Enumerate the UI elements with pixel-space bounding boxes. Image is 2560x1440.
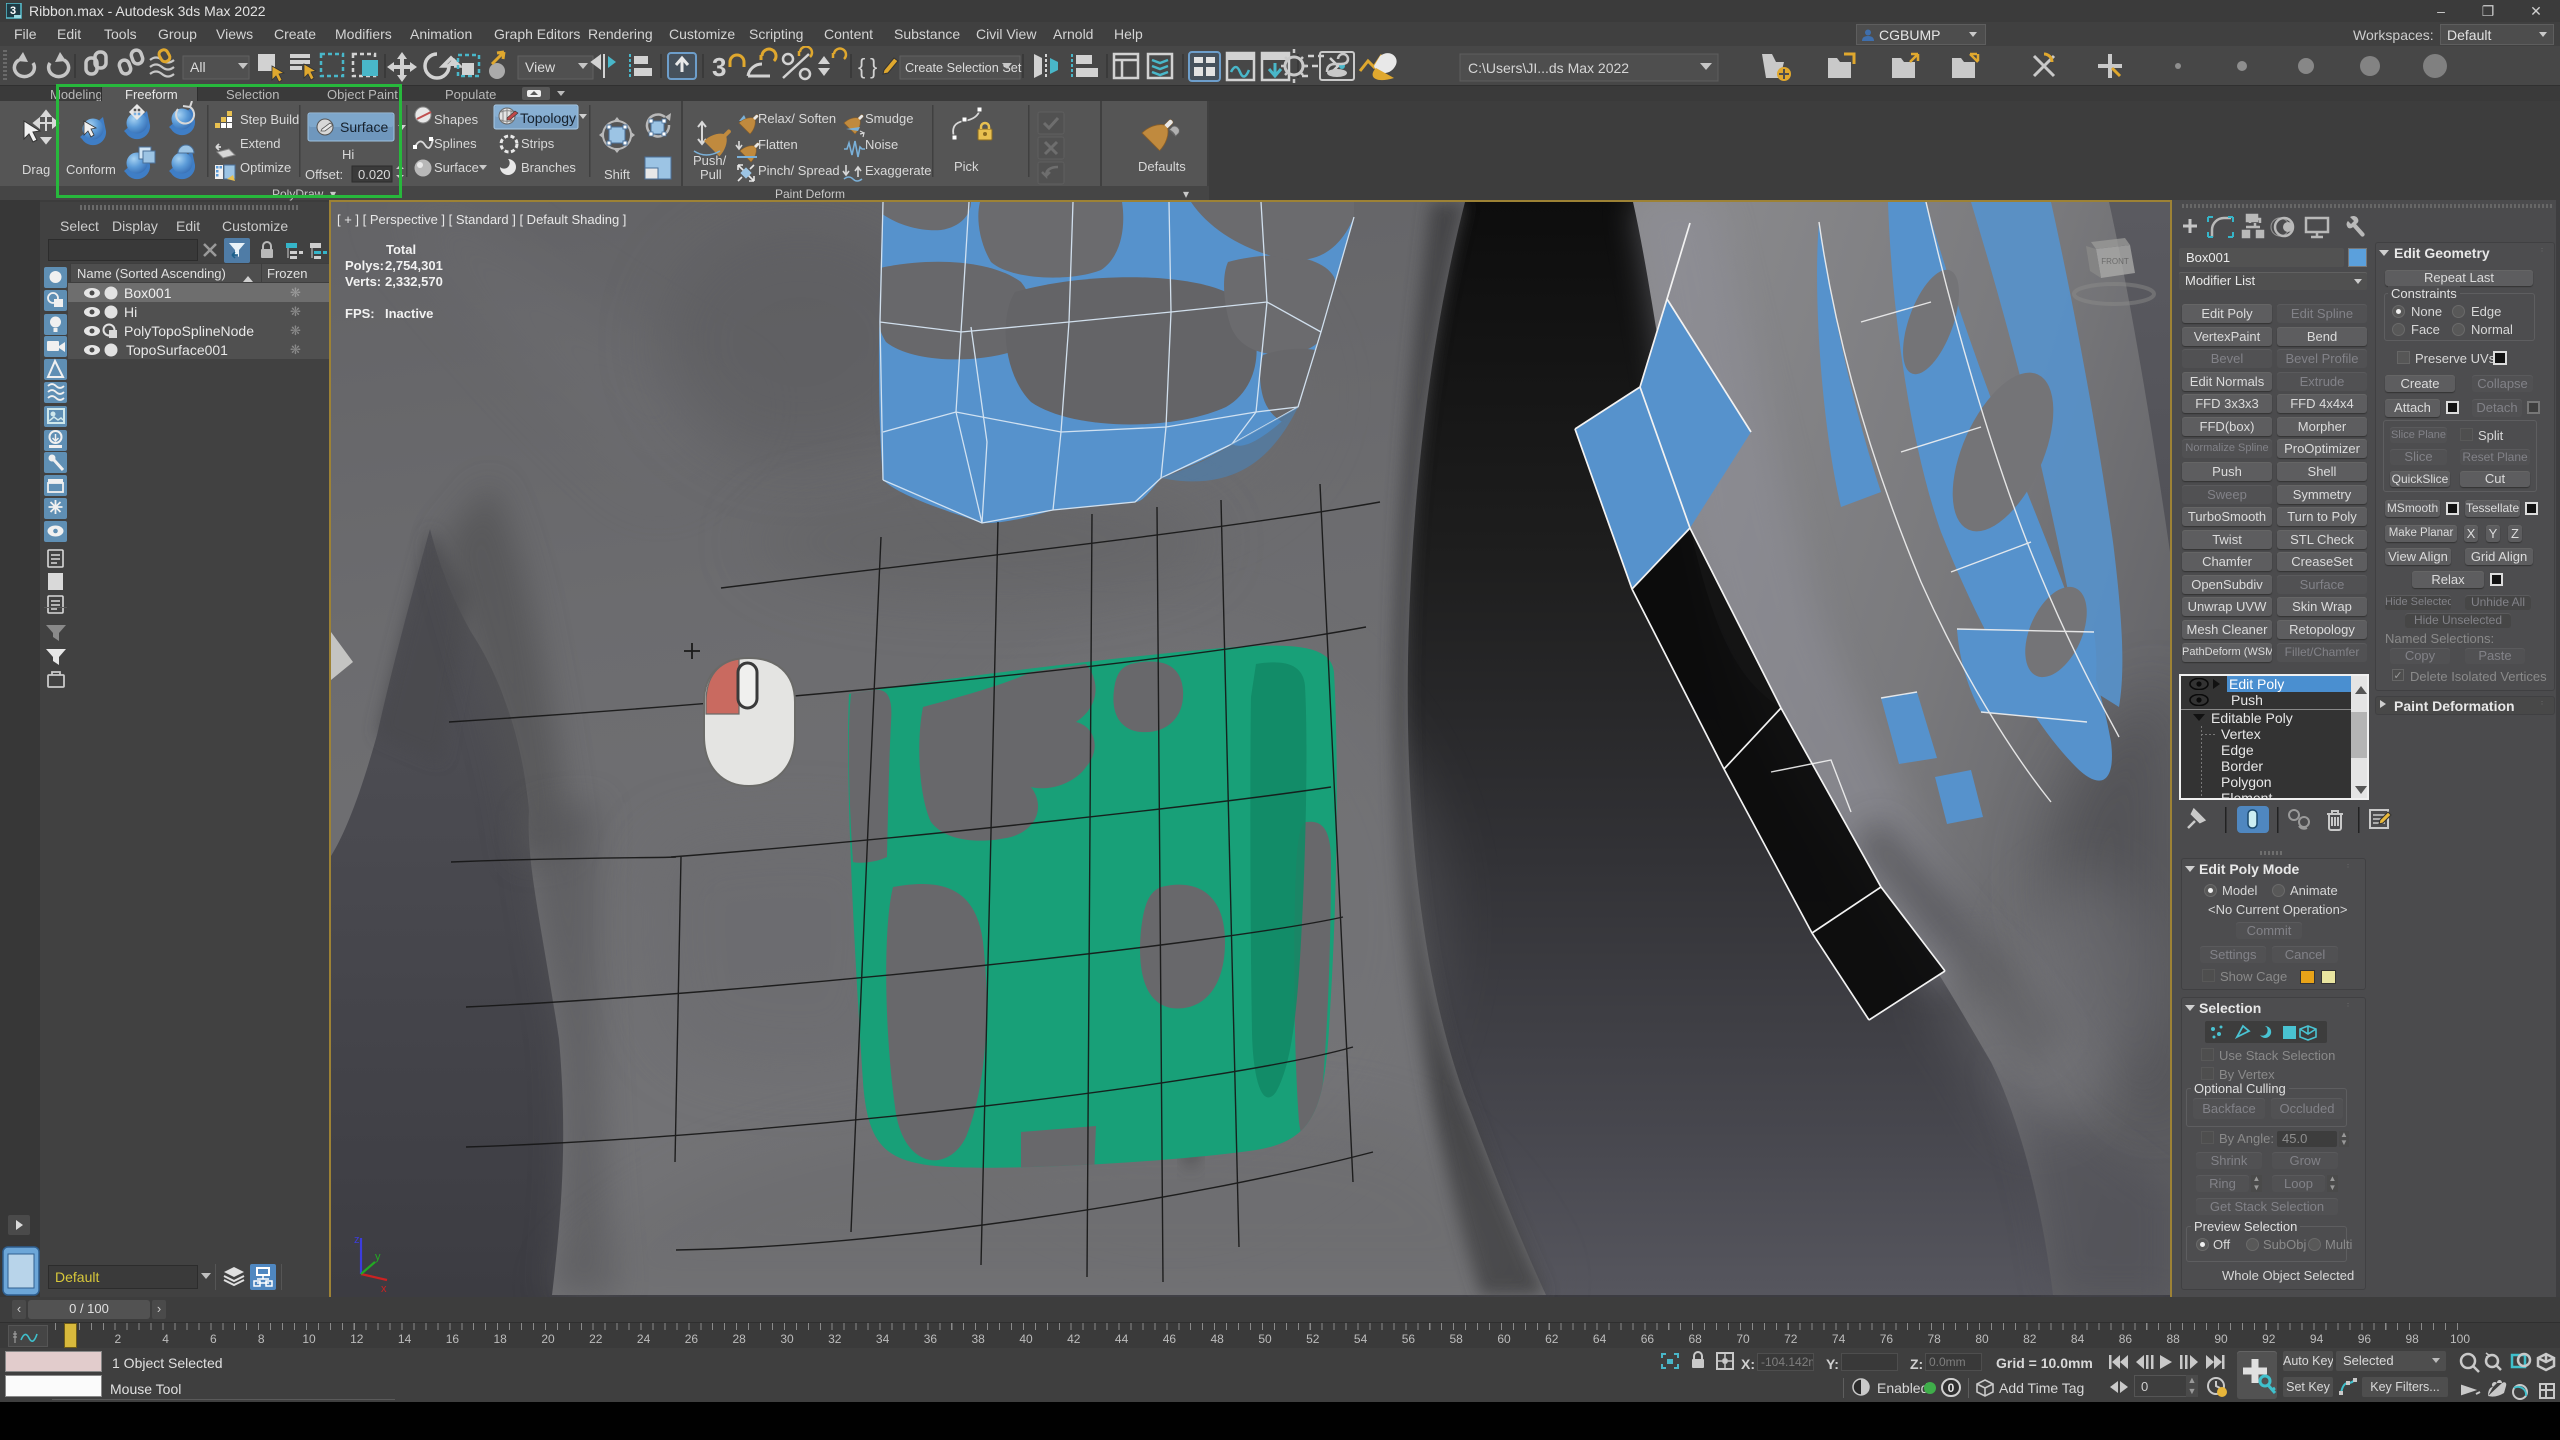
svg-text:2,754,301: 2,754,301 xyxy=(385,258,443,273)
svg-text:Shift: Shift xyxy=(604,167,630,182)
svg-text:y: y xyxy=(375,1251,381,1263)
svg-text:Defaults: Defaults xyxy=(1138,159,1186,174)
svg-text:Shapes: Shapes xyxy=(434,112,479,127)
svg-text:Verts:: Verts: xyxy=(345,274,381,289)
svg-text:Surface: Surface xyxy=(434,160,479,175)
svg-text:Relax/ Soften: Relax/ Soften xyxy=(758,111,836,126)
svg-text:FRONT: FRONT xyxy=(2101,257,2129,266)
svg-text:Exaggerate: Exaggerate xyxy=(865,163,932,178)
svg-text:}: } xyxy=(870,54,877,79)
svg-text:Push/: Push/ xyxy=(693,153,727,168)
svg-text:Pick: Pick xyxy=(954,159,979,174)
svg-text:Splines: Splines xyxy=(434,136,477,151)
svg-text:x: x xyxy=(381,1283,387,1295)
svg-text:Branches: Branches xyxy=(521,160,576,175)
svg-text:2,332,570: 2,332,570 xyxy=(385,274,443,289)
svg-text:FPS:: FPS: xyxy=(345,306,375,321)
svg-text:[ + ] [ Perspective ] [ Standa: [ + ] [ Perspective ] [ Standard ] [ Def… xyxy=(337,212,626,227)
svg-text:{: { xyxy=(858,54,865,79)
svg-text:All: All xyxy=(190,59,206,75)
svg-text:Inactive: Inactive xyxy=(385,306,433,321)
svg-text:Strips: Strips xyxy=(521,136,555,151)
svg-text:z: z xyxy=(354,1234,360,1246)
svg-text:Drag: Drag xyxy=(22,162,50,177)
svg-text:Pull: Pull xyxy=(700,167,722,182)
svg-text:View: View xyxy=(525,59,556,75)
svg-text:Total: Total xyxy=(386,242,416,257)
svg-text:Noise: Noise xyxy=(865,137,898,152)
svg-text:Pinch/ Spread: Pinch/ Spread xyxy=(758,163,840,178)
svg-text:Smudge: Smudge xyxy=(865,111,913,126)
svg-text:3: 3 xyxy=(712,52,726,82)
svg-text:Polys:: Polys: xyxy=(345,258,384,273)
svg-text:Flatten: Flatten xyxy=(758,137,798,152)
svg-text:C:\Users\JI...ds Max 2022: C:\Users\JI...ds Max 2022 xyxy=(1468,60,1629,76)
svg-text:Topology: Topology xyxy=(520,110,576,126)
